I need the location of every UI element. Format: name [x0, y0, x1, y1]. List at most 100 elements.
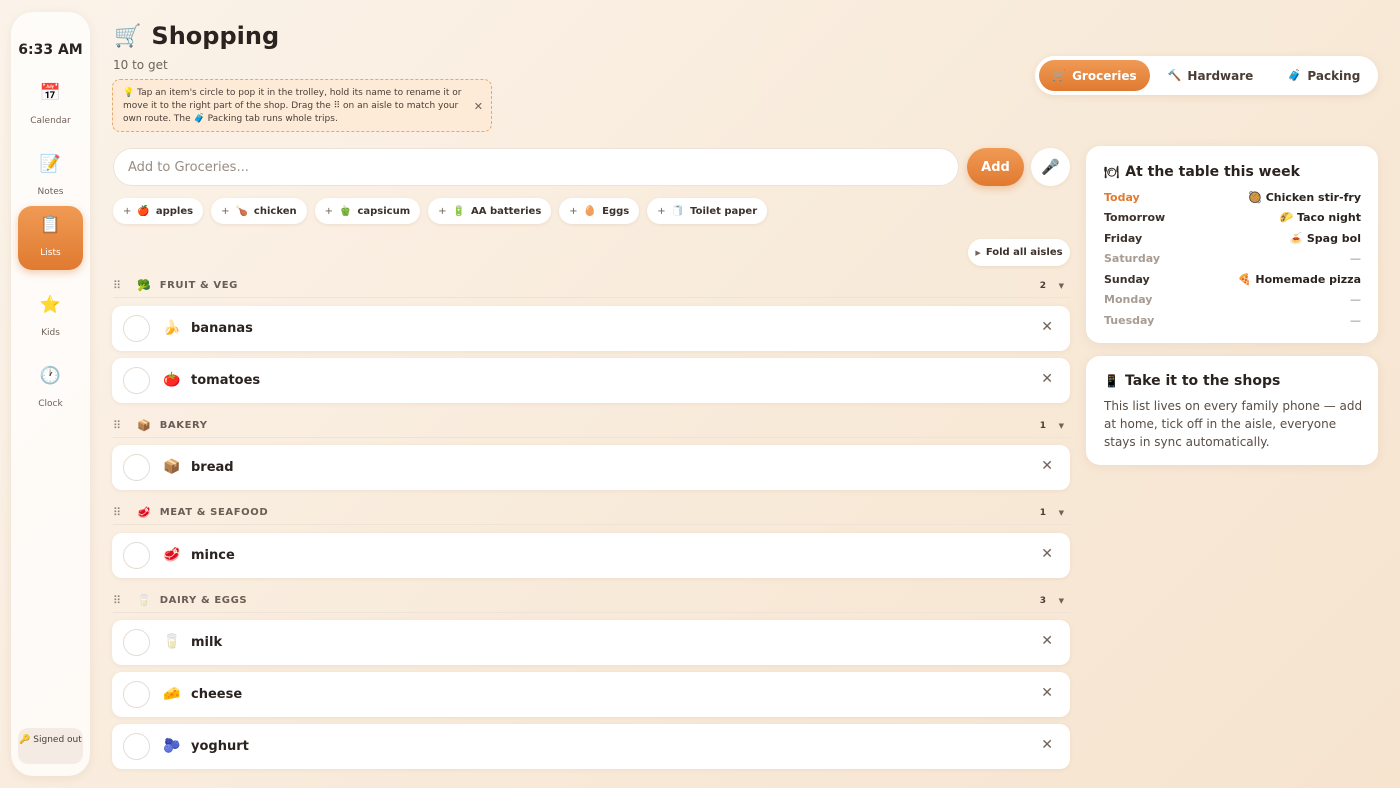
tab-label: Hardware: [1187, 68, 1254, 83]
check-circle[interactable]: [123, 315, 150, 342]
meal-day: Today: [1104, 191, 1140, 204]
phone-icon: 📱: [1104, 374, 1119, 388]
list-item: 🧀 cheese ✕: [112, 672, 1070, 717]
drag-handle-icon[interactable]: ⠿: [113, 419, 127, 432]
list-item: 🍅 tomatoes ✕: [112, 358, 1070, 403]
sync-info-card: 📱 Take it to the shops This list lives on…: [1086, 356, 1378, 465]
microphone-button[interactable]: 🎤: [1031, 148, 1070, 186]
luggage-icon: 🧳: [1287, 69, 1302, 82]
aisle-name: FRUIT & VEG: [159, 280, 238, 291]
hint-text: 💡 Tap an item's circle to pop it in the …: [123, 88, 462, 124]
sidebar-item-calendar[interactable]: 📅 Calendar: [18, 74, 83, 138]
plus-icon: +: [657, 205, 666, 217]
banana-icon: 🍌: [163, 320, 181, 336]
item-name[interactable]: yoghurt: [191, 739, 249, 754]
meal-name: 🌮 Taco night: [1279, 211, 1361, 224]
tab-label: Packing: [1307, 68, 1361, 83]
sidebar-item-lists[interactable]: 📋 Lists: [18, 206, 83, 270]
box-icon: 📦: [137, 419, 151, 432]
fold-label: Fold all aisles: [985, 247, 1063, 258]
item-name[interactable]: milk: [191, 635, 222, 650]
sidebar-item-notes[interactable]: 📝 Notes: [18, 145, 83, 209]
aisle-name: BAKERY: [159, 420, 208, 431]
cheese-icon: 🧀: [163, 686, 181, 702]
check-circle[interactable]: [123, 733, 150, 760]
check-circle[interactable]: [123, 367, 150, 394]
suggestion-chip[interactable]: + 🍎 apples: [113, 198, 204, 224]
remove-icon[interactable]: ✕: [1041, 371, 1053, 387]
check-circle[interactable]: [123, 542, 150, 569]
collapse-icon[interactable]: ▼: [1059, 597, 1064, 605]
collapse-icon[interactable]: ▼: [1059, 282, 1064, 290]
meal-day: Monday: [1104, 293, 1153, 306]
collapse-icon[interactable]: ▼: [1059, 422, 1064, 430]
clock-time: 6:33 AM: [18, 42, 83, 58]
remove-icon[interactable]: ✕: [1041, 685, 1053, 701]
suggestion-chip[interactable]: + 🔋 AA batteries: [428, 198, 552, 224]
list-item: 📦 bread ✕: [112, 445, 1070, 490]
tab-packing[interactable]: 🧳 Packing: [1275, 60, 1373, 91]
suggestion-chip[interactable]: + 🍗 chicken: [211, 198, 307, 224]
list-item: 🫐 yoghurt ✕: [112, 724, 1070, 769]
suggestion-chip[interactable]: + 🥚 Eggs: [559, 198, 640, 224]
meal-plan-title: 🍽 At the table this week: [1104, 164, 1300, 180]
meal-row[interactable]: Today 🥘 Chicken stir-fry: [1104, 189, 1361, 207]
drag-handle-icon[interactable]: ⠿: [113, 506, 127, 519]
meal-name: 🍕 Homemade pizza: [1237, 273, 1361, 286]
sync-info-title: 📱 Take it to the shops: [1104, 373, 1280, 389]
broccoli-icon: 🥦: [137, 279, 151, 292]
suggestion-chip[interactable]: + 🫑 capsicum: [314, 198, 421, 224]
add-button[interactable]: Add: [967, 148, 1024, 186]
aisle-count: 1: [1039, 507, 1046, 518]
chip-label: capsicum: [357, 205, 411, 217]
remove-icon[interactable]: ✕: [1041, 319, 1053, 335]
drag-handle-icon[interactable]: ⠿: [113, 279, 127, 292]
plus-icon: +: [438, 205, 447, 217]
meal-row[interactable]: Saturday —: [1104, 250, 1361, 268]
meal-plan-title-text: At the table this week: [1125, 164, 1300, 180]
chip-label: chicken: [253, 205, 297, 217]
apple-icon: 🍎: [137, 205, 150, 217]
meal-day: Sunday: [1104, 273, 1150, 286]
page-title: Shopping: [151, 22, 280, 50]
meal-row[interactable]: Tuesday —: [1104, 312, 1361, 330]
meal-row[interactable]: Monday —: [1104, 291, 1361, 309]
drag-handle-icon[interactable]: ⠿: [113, 594, 127, 607]
sidebar-item-clock[interactable]: 🕐 Clock: [18, 357, 83, 421]
tab-groceries[interactable]: 🛒 Groceries: [1039, 60, 1150, 91]
aisle-header: ⠿ 📦 BAKERY 1 ▼: [113, 414, 1070, 438]
list-item: 🥛 milk ✕: [112, 620, 1070, 665]
fold-all-aisles-button[interactable]: ▶ Fold all aisles: [968, 239, 1070, 266]
add-item-input[interactable]: [113, 148, 959, 186]
item-name[interactable]: bread: [191, 460, 234, 475]
item-name[interactable]: mince: [191, 548, 235, 563]
check-circle[interactable]: [123, 454, 150, 481]
sidebar-item-kids[interactable]: ⭐ Kids: [18, 286, 83, 350]
clipboard-icon: 📋: [39, 215, 62, 235]
plate-icon: 🍽: [1104, 165, 1120, 179]
item-name[interactable]: tomatoes: [191, 373, 260, 388]
item-name[interactable]: bananas: [191, 321, 253, 336]
check-circle[interactable]: [123, 629, 150, 656]
suggestion-chip[interactable]: + 🧻 Toilet paper: [647, 198, 768, 224]
meal-row[interactable]: Sunday 🍕 Homemade pizza: [1104, 271, 1361, 289]
signed-out-button[interactable]: 🔑 Signed out: [18, 728, 83, 764]
toilet-paper-icon: 🧻: [671, 205, 685, 217]
remove-icon[interactable]: ✕: [1041, 458, 1053, 474]
chip-label: Toilet paper: [690, 205, 758, 217]
item-name[interactable]: cheese: [191, 687, 242, 702]
tomato-icon: 🍅: [163, 372, 181, 388]
meal-row[interactable]: Friday 🍝 Spag bol: [1104, 230, 1361, 248]
sync-info-title-text: Take it to the shops: [1124, 373, 1281, 389]
meal-row[interactable]: Tomorrow 🌮 Taco night: [1104, 209, 1361, 227]
remove-icon[interactable]: ✕: [1041, 546, 1053, 562]
plus-icon: +: [123, 205, 132, 217]
chip-label: AA batteries: [470, 205, 542, 217]
collapse-icon[interactable]: ▼: [1059, 509, 1064, 517]
remove-icon[interactable]: ✕: [1041, 737, 1053, 753]
check-circle[interactable]: [123, 681, 150, 708]
close-icon[interactable]: ✕: [474, 100, 483, 113]
tab-hardware[interactable]: 🔨 Hardware: [1155, 60, 1266, 91]
remove-icon[interactable]: ✕: [1041, 633, 1053, 649]
sidebar-item-label: Lists: [40, 248, 61, 258]
